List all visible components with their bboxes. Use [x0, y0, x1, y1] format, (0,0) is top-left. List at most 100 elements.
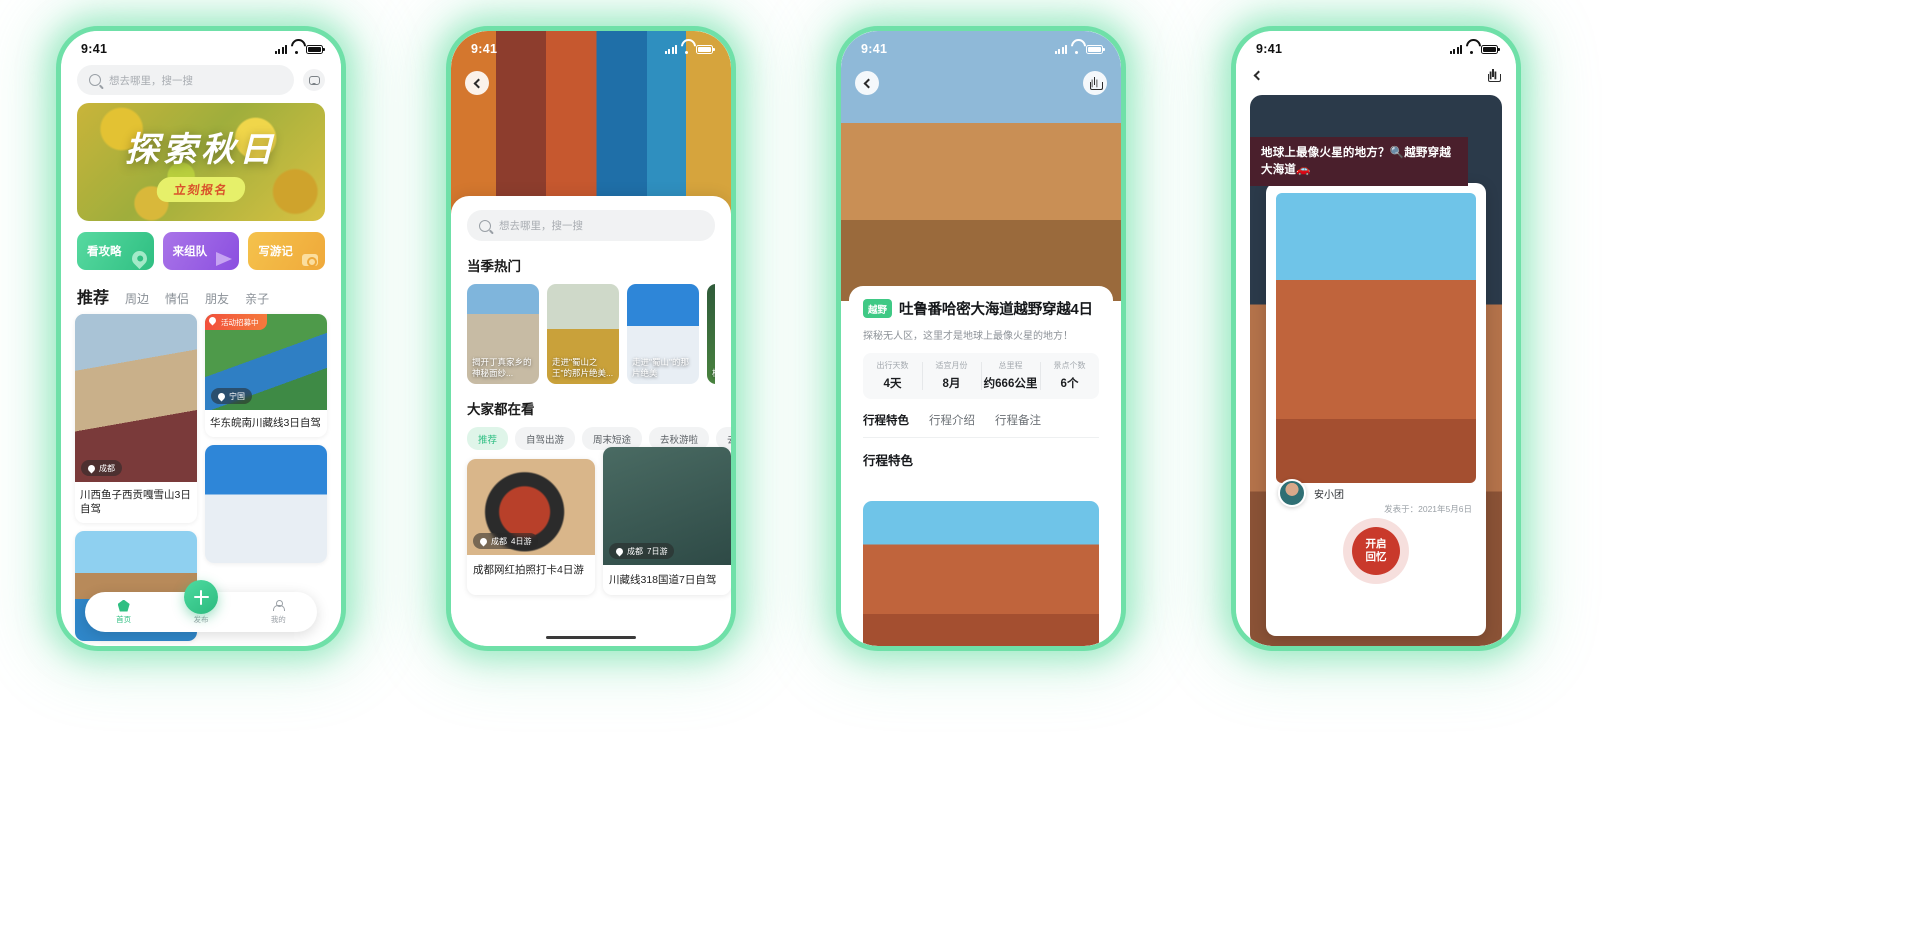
battery-icon: [696, 44, 715, 54]
phone-mockup-home: 9:41 想去哪里，搜一搜 探索秋日 立刻报名 看攻略 来组队 写游记 推荐 周…: [56, 26, 346, 651]
hot-item[interactable]: 桂林: [707, 284, 715, 384]
share-button[interactable]: [1083, 71, 1107, 95]
search-placeholder: 想去哪里，搜一搜: [499, 220, 583, 232]
tab-recommend[interactable]: 推荐: [77, 284, 110, 308]
hot-item[interactable]: 走进"蜀山"的那片绝美: [627, 284, 699, 384]
wifi-icon: [291, 45, 302, 54]
tab-notes[interactable]: 行程备注: [995, 412, 1041, 428]
quick-action-guide[interactable]: 看攻略: [77, 232, 154, 270]
chip-selfdrive[interactable]: 自驾出游: [515, 427, 576, 450]
stat-distance: 总里程 约666公里: [981, 353, 1040, 399]
banner-title: 探索秋日: [125, 131, 277, 169]
article-photo: [1276, 193, 1476, 483]
search-icon: [89, 74, 101, 86]
status-icons: [1054, 44, 1105, 54]
chevron-left-icon: [863, 78, 874, 88]
wifi-icon: [1466, 45, 1477, 54]
status-time: 9:41: [81, 42, 108, 56]
quick-actions: 看攻略 来组队 写游记: [61, 221, 341, 276]
tab-friends[interactable]: 朋友: [205, 290, 229, 307]
tab-nearby[interactable]: 周边: [125, 290, 149, 307]
status-bar: 9:41: [451, 31, 731, 61]
promo-banner[interactable]: 探索秋日 立刻报名: [77, 103, 325, 221]
days-label: 4日游: [511, 536, 532, 546]
hot-item-caption: 揭开丁真家乡的神秘面纱...: [472, 356, 532, 378]
location-tag: 成都: [81, 460, 122, 476]
feed-card[interactable]: 活动招募中 宁国 华东皖南川藏线3日自驾: [205, 314, 327, 438]
wifi-icon: [1071, 45, 1082, 54]
content-sheet: 想去哪里，搜一搜 当季热门 揭开丁真家乡的神秘面纱... 走进"蜀山之王"的那片…: [451, 196, 731, 646]
category-tabs: 推荐 周边 情侣 朋友 亲子: [61, 276, 341, 314]
section-title-hot: 当季热门: [467, 259, 521, 274]
tab-features[interactable]: 行程特色: [863, 412, 909, 428]
badge-dot-icon: [207, 315, 218, 325]
back-button[interactable]: [1252, 67, 1268, 83]
phone1-screen: 9:41 想去哪里，搜一搜 探索秋日 立刻报名 看攻略 来组队 写游记 推荐 周…: [61, 31, 341, 646]
card-image: 活动招募中 宁国: [205, 314, 327, 410]
tab-intro[interactable]: 行程介绍: [929, 412, 975, 428]
stat-value: 约666公里: [983, 378, 1038, 390]
start-memory-button[interactable]: 开启 回忆: [1352, 527, 1400, 575]
signal-icon: [1054, 44, 1067, 54]
chevron-left-icon: [1253, 70, 1264, 80]
back-button[interactable]: [465, 71, 489, 95]
card-title: 川藏线318国道7日自驾: [609, 574, 717, 586]
search-input[interactable]: 想去哪里，搜一搜: [467, 210, 715, 241]
stat-key: 适宜月份: [935, 361, 968, 370]
banner-cta-button[interactable]: 立刻报名: [155, 177, 247, 202]
share-icon[interactable]: [1487, 68, 1501, 82]
map-pin-icon: [128, 247, 150, 270]
chip-recommend[interactable]: 推荐: [467, 427, 509, 450]
battery-icon: [1086, 44, 1105, 54]
status-icons: [1449, 44, 1500, 54]
stat-value: 6个: [1060, 378, 1079, 390]
avatar: [1278, 479, 1306, 507]
home-icon: [117, 599, 130, 612]
browse-card[interactable]: 成都 7日游 川藏线318国道7日自驾: [603, 447, 731, 595]
detail-nav: [855, 71, 1107, 95]
stat-key: 出行天数: [876, 361, 909, 370]
phone-mockup-trip-detail: 9:41 越野 吐鲁番哈密大海道越野穿越4日 探秘无人区，这里才是地球上最像火星…: [836, 26, 1126, 651]
phone3-screen: 9:41 越野 吐鲁番哈密大海道越野穿越4日 探秘无人区，这里才是地球上最像火星…: [841, 31, 1121, 646]
status-time: 9:41: [471, 42, 498, 56]
feed-card[interactable]: [205, 445, 327, 564]
location-tag: 成都 7日游: [609, 543, 675, 559]
card-title: 川西鱼子西贡嘎雪山3日自驾: [80, 489, 191, 516]
hot-item[interactable]: 揭开丁真家乡的神秘面纱...: [467, 284, 539, 384]
article-card: 地球上最像火星的地方？🔍越野穿越大海道🚗 安小团 发表于：2021年5月6日 开…: [1250, 95, 1502, 646]
search-icon: [479, 219, 491, 232]
back-button[interactable]: [855, 71, 879, 95]
phone-mockup-article: 9:41 地球上最像火星的地方？🔍越野穿越大海道🚗 安小团 发表于：2021年5…: [1231, 26, 1521, 651]
card-title: 华东皖南川藏线3日自驾: [210, 417, 321, 429]
quick-action-journal[interactable]: 写游记: [248, 232, 326, 270]
chat-bubble-icon[interactable]: [303, 69, 325, 91]
detail-sheet: 越野 吐鲁番哈密大海道越野穿越4日 探秘无人区，这里才是地球上最像火星的地方！ …: [849, 286, 1113, 646]
stat-days: 出行天数 4天: [863, 353, 922, 399]
tabbar-item-home[interactable]: 首页: [96, 599, 152, 625]
search-input[interactable]: 想去哪里，搜一搜: [77, 65, 294, 95]
tab-family[interactable]: 亲子: [245, 290, 269, 307]
author-row[interactable]: 安小团: [1278, 479, 1344, 507]
status-bar: 9:41: [841, 31, 1121, 61]
publish-fab-button[interactable]: [184, 580, 218, 614]
status-bar: 9:41: [61, 31, 341, 61]
search-placeholder: 想去哪里，搜一搜: [109, 74, 193, 87]
map-pin-icon: [614, 546, 625, 556]
browse-card[interactable]: 成都 4日游 成都网红拍照打卡4日游: [467, 459, 595, 595]
paper-plane-icon: [216, 252, 233, 266]
quick-action-team[interactable]: 来组队: [162, 232, 240, 270]
page-subtitle: 探秘无人区，这里才是地球上最像火星的地方！: [863, 331, 1073, 342]
card-image: 成都: [75, 314, 197, 482]
map-pin-icon: [216, 391, 227, 401]
hot-item[interactable]: 走进"蜀山之王"的那片绝美...: [547, 284, 619, 384]
quick-action-label: 写游记: [258, 246, 293, 258]
article-body: 安小团 发表于：2021年5月6日 开启 回忆: [1266, 183, 1486, 636]
location-label: 成都: [491, 536, 507, 546]
feed-card[interactable]: 成都 川西鱼子西贡嘎雪山3日自驾: [75, 314, 197, 524]
badge-label: 活动招募中: [221, 317, 259, 327]
tabbar-item-mine[interactable]: 我的: [250, 599, 306, 625]
hot-items-scroller[interactable]: 揭开丁真家乡的神秘面纱... 走进"蜀山之王"的那片绝美... 走进"蜀山"的那…: [467, 284, 715, 384]
browse-cards: 成都 4日游 成都网红拍照打卡4日游 成都 7日游 川藏线318国道7日自驾: [467, 447, 731, 595]
tab-couple[interactable]: 情侣: [165, 290, 189, 307]
stat-spots: 景点个数 6个: [1040, 353, 1099, 399]
